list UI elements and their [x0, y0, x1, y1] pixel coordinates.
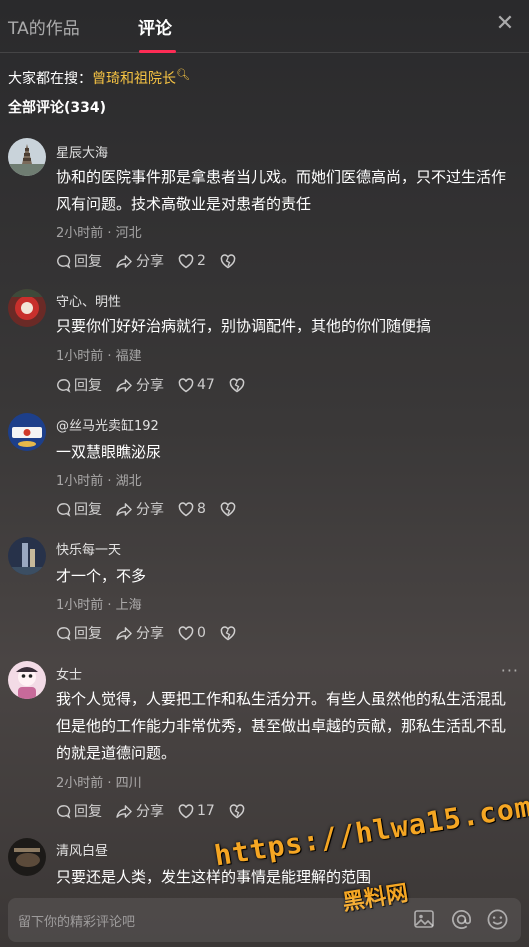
emoji-icon[interactable] [486, 908, 509, 935]
comment-actions: 回复 分享 8 [56, 499, 253, 519]
like-button[interactable]: 0 [178, 625, 206, 641]
share-label: 分享 [136, 378, 164, 394]
comment-actions: 回复 分享 17 [56, 801, 262, 821]
like-count: 17 [197, 803, 215, 819]
share-button[interactable]: 分享 [116, 499, 164, 519]
heart-icon [178, 501, 194, 516]
dislike-button[interactable] [229, 803, 248, 819]
share-label: 分享 [136, 254, 164, 270]
reply-icon [57, 378, 71, 393]
share-label: 分享 [136, 626, 164, 642]
tab-works[interactable]: TA的作品 [8, 14, 80, 39]
share-label: 分享 [136, 502, 164, 518]
share-label: 分享 [136, 804, 164, 820]
like-button[interactable]: 47 [178, 377, 215, 393]
comment-actions: 回复 分享 2 [56, 251, 253, 271]
like-button[interactable]: 17 [178, 803, 215, 819]
like-count: 2 [197, 253, 206, 269]
comment-text: 协和的医院事件那是拿患者当儿戏。而她们医德高尚，只不过生活作风有问题。技术高敬业… [56, 168, 507, 213]
trending-search-link[interactable]: 曾琦和祖院长 [92, 71, 176, 87]
share-button[interactable]: 分享 [116, 801, 164, 821]
comment-actions: 回复 分享 47 [56, 375, 262, 395]
share-icon [116, 626, 132, 640]
close-icon[interactable]: ✕ [493, 12, 517, 36]
comment-meta: 2小时前 · 河北 [56, 226, 142, 241]
mention-icon[interactable] [450, 908, 473, 935]
avatar[interactable] [8, 838, 46, 876]
reply-button[interactable]: 回复 [56, 801, 102, 821]
comment-text: 一双慧眼瞧泌尿 [56, 443, 162, 461]
like-count: 0 [197, 625, 206, 641]
dislike-button[interactable] [220, 625, 239, 641]
comment-input-placeholder[interactable]: 留下你的精彩评论吧 [18, 911, 135, 930]
active-tab-indicator [139, 50, 176, 53]
trending-search-prefix: 大家都在搜： [8, 71, 92, 87]
comment-meta: 2小时前 · 四川 [56, 776, 142, 791]
share-icon [116, 804, 132, 818]
heart-icon [178, 253, 194, 268]
dislike-icon [220, 253, 236, 268]
reply-label: 回复 [74, 626, 102, 642]
avatar[interactable] [8, 537, 46, 575]
heart-icon [178, 803, 194, 818]
dislike-button[interactable] [220, 501, 239, 517]
reply-label: 回复 [74, 254, 102, 270]
comment-count: 全部评论(334) [8, 100, 107, 116]
share-icon [116, 378, 132, 392]
like-count: 47 [197, 377, 215, 393]
comment-author[interactable]: 清风白昼 [56, 840, 108, 859]
trending-search: 大家都在搜：曾琦和祖院长🔍︎ [8, 68, 190, 88]
comment-author[interactable]: 女士 [56, 664, 82, 683]
share-icon [116, 254, 132, 268]
dislike-icon [220, 625, 236, 640]
heart-icon [178, 377, 194, 392]
share-button[interactable]: 分享 [116, 623, 164, 643]
share-button[interactable]: 分享 [116, 251, 164, 271]
share-button[interactable]: 分享 [116, 375, 164, 395]
like-count: 8 [197, 501, 206, 517]
dislike-icon [229, 803, 245, 818]
avatar[interactable] [8, 413, 46, 451]
comment-text: 我个人觉得，人要把工作和私生活分开。有些人虽然他的私生活混乱但是他的工作能力非常… [56, 690, 507, 762]
dislike-button[interactable] [220, 253, 239, 269]
dislike-icon [220, 501, 236, 516]
reply-icon [57, 626, 71, 641]
comment-author[interactable]: 星辰大海 [56, 142, 108, 161]
avatar[interactable] [8, 661, 46, 699]
reply-label: 回复 [74, 502, 102, 518]
heart-icon [178, 625, 194, 640]
comment-meta: 1小时前 · 上海 [56, 598, 142, 613]
comment-actions: 回复 分享 0 [56, 623, 253, 643]
comment-text: 才一个，不多 [56, 567, 147, 585]
dislike-icon [229, 377, 245, 392]
top-bar: TA的作品 评论 ✕ [0, 0, 529, 53]
reply-button[interactable]: 回复 [56, 623, 102, 643]
like-button[interactable]: 2 [178, 253, 206, 269]
avatar[interactable] [8, 289, 46, 327]
like-button[interactable]: 8 [178, 501, 206, 517]
share-icon [116, 502, 132, 516]
comment-author[interactable]: 守心、明性 [56, 291, 121, 310]
comment-meta: 1小时前 · 福建 [56, 349, 142, 364]
image-icon[interactable] [413, 908, 435, 934]
comment-author[interactable]: 快乐每一天 [56, 539, 121, 558]
comment-author[interactable]: @丝马光卖缸192 [56, 415, 159, 434]
reply-button[interactable]: 回复 [56, 375, 102, 395]
more-options-icon[interactable]: ··· [501, 661, 519, 680]
comment-text: 只要还是人类，发生这样的事情是能理解的范围 [56, 868, 372, 886]
reply-button[interactable]: 回复 [56, 499, 102, 519]
tab-comments[interactable]: 评论 [138, 14, 172, 39]
reply-icon [57, 254, 71, 269]
comment-input-bar[interactable]: 留下你的精彩评论吧 [8, 898, 521, 942]
search-icon[interactable]: 🔍︎ [176, 68, 190, 81]
reply-icon [57, 804, 71, 819]
comment-meta: 1小时前 · 湖北 [56, 474, 142, 489]
dislike-button[interactable] [229, 377, 248, 393]
avatar[interactable] [8, 138, 46, 176]
reply-icon [57, 502, 71, 517]
comment-text: 只要你们好好治病就行，别协调配件，其他的你们随便搞 [56, 317, 432, 335]
reply-label: 回复 [74, 378, 102, 394]
reply-label: 回复 [74, 804, 102, 820]
reply-button[interactable]: 回复 [56, 251, 102, 271]
